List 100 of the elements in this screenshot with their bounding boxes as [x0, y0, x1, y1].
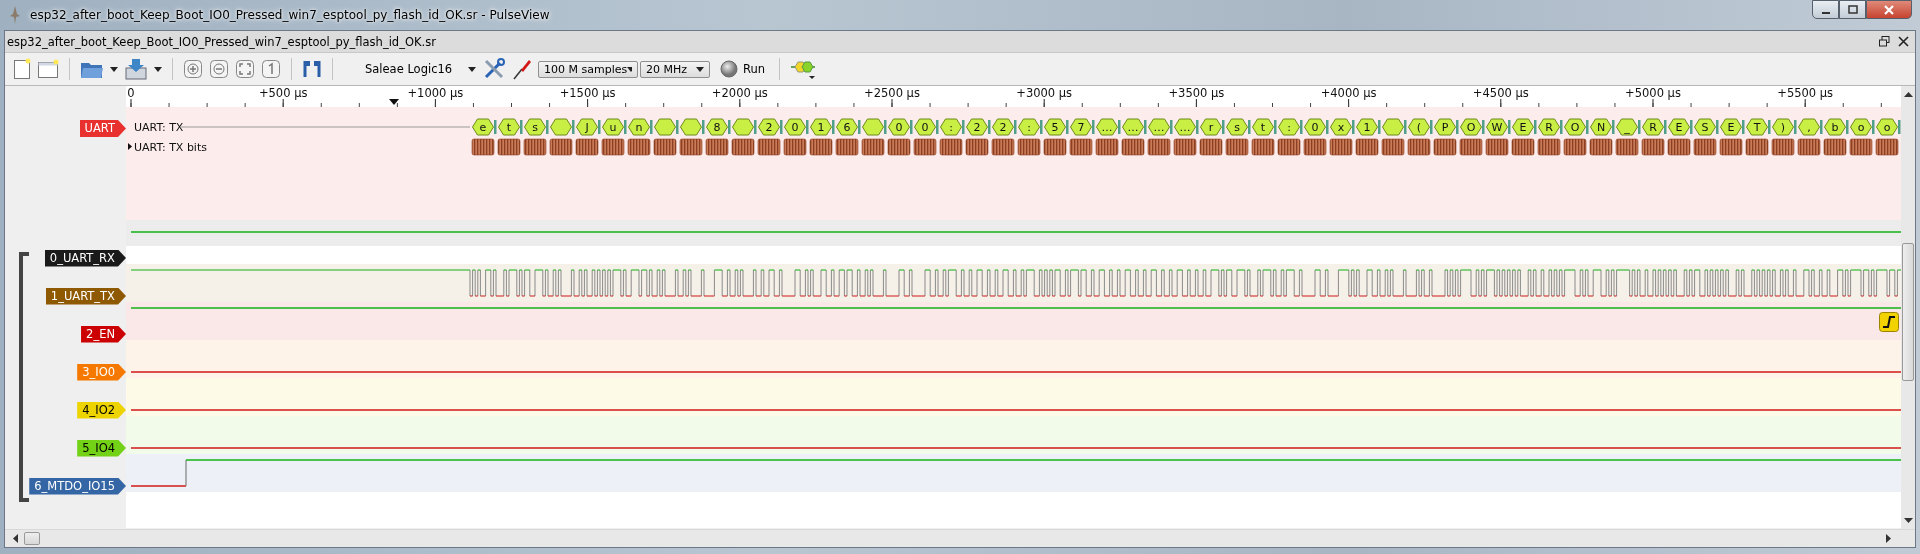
bit-block [1771, 138, 1795, 156]
decoder-icon[interactable] [790, 58, 817, 80]
device-selector[interactable]: Saleae Logic16 [365, 62, 463, 76]
close-icon[interactable] [1898, 36, 1909, 47]
zoom-original-icon[interactable] [261, 59, 281, 79]
bit-block [1121, 138, 1145, 156]
decoded-annotation: E [1720, 118, 1742, 136]
minimize-button[interactable] [1812, 0, 1839, 19]
bit-block [1459, 138, 1483, 156]
sample-count-dropdown[interactable]: 100 M samples [538, 60, 639, 78]
decoded-annotation: ) [1772, 118, 1794, 136]
decoded-annotation: O [1564, 118, 1586, 136]
decoded-annotation [654, 118, 676, 136]
decoded-annotation: e [472, 118, 494, 136]
save-icon[interactable] [124, 58, 148, 80]
ruler-label: +4500 µs [1472, 86, 1529, 100]
tools-icon[interactable] [482, 57, 507, 81]
bit-block [1485, 138, 1509, 156]
channel-label[interactable]: 2_EN [81, 325, 126, 343]
cursor-icon[interactable] [302, 59, 322, 79]
new-session-icon[interactable] [13, 58, 31, 80]
bit-block [497, 138, 521, 156]
scroll-left-icon[interactable] [13, 534, 18, 543]
bit-block [1797, 138, 1821, 156]
decoded-annotation: , [1798, 118, 1820, 136]
decoded-annotation: O [1460, 118, 1482, 136]
ruler-label: +1500 µs [559, 86, 616, 100]
decoded-annotation: b [1824, 118, 1846, 136]
new-view-icon[interactable] [37, 59, 59, 79]
bit-block [1277, 138, 1301, 156]
bit-block [991, 138, 1015, 156]
sample-rate-dropdown[interactable]: 20 MHz [640, 60, 711, 78]
bit-block [939, 138, 963, 156]
ruler-label: +1000 µs [407, 86, 464, 100]
bit-block [471, 138, 495, 156]
bit-block [1849, 138, 1873, 156]
maximize-button[interactable] [1839, 0, 1866, 19]
caret-icon [627, 66, 633, 72]
bit-block [757, 138, 781, 156]
decoded-annotation: o [1876, 118, 1898, 136]
decoded-annotation: 2 [758, 118, 780, 136]
bit-block [601, 138, 625, 156]
channel-label[interactable]: 5_IO4 [77, 439, 126, 457]
close-button[interactable] [1866, 0, 1912, 19]
decoded-annotation: R [1538, 118, 1560, 136]
decoded-annotation: t [1252, 118, 1274, 136]
channel-label[interactable]: 6_MTDO_IO15 [29, 477, 126, 495]
zoom-out-icon[interactable] [209, 59, 229, 79]
channel-label[interactable]: 1_UART_TX [45, 287, 126, 305]
bit-block [1225, 138, 1249, 156]
bit-block [1823, 138, 1847, 156]
decoded-annotation: x [1330, 118, 1352, 136]
marker-icon[interactable] [389, 99, 399, 105]
decoded-annotation: o [1850, 118, 1872, 136]
decoded-annotation: u [602, 118, 624, 136]
float-icon[interactable] [1879, 36, 1890, 47]
vertical-scrollbar[interactable] [1901, 86, 1915, 529]
bit-block [1147, 138, 1171, 156]
probe-icon[interactable] [512, 58, 533, 80]
channel-label[interactable]: 0_UART_RX [44, 249, 126, 267]
bit-block [1641, 138, 1665, 156]
bit-block [1719, 138, 1743, 156]
scroll-thumb[interactable] [1902, 243, 1914, 381]
expand-icon[interactable] [128, 143, 132, 150]
scroll-up-icon[interactable] [1903, 92, 1913, 97]
zoom-in-icon[interactable] [183, 59, 203, 79]
bit-block [1355, 138, 1379, 156]
decoded-annotation: J [576, 118, 598, 136]
probe-icon [8, 6, 22, 24]
bit-block [1199, 138, 1223, 156]
trigger-icon[interactable] [1879, 312, 1899, 332]
decoded-annotation: 2 [992, 118, 1014, 136]
channel-label[interactable]: 4_IO2 [77, 401, 126, 419]
decoded-annotation: … [1148, 118, 1170, 136]
decoded-annotation: r [1200, 118, 1222, 136]
scroll-right-icon[interactable] [1886, 534, 1891, 543]
scroll-down-icon[interactable] [1903, 518, 1913, 523]
close-icon [1883, 4, 1895, 15]
bit-block [861, 138, 885, 156]
bit-block [1303, 138, 1327, 156]
decoded-annotation: N [1590, 118, 1612, 136]
decoded-annotation [732, 118, 754, 136]
bit-block [1693, 138, 1717, 156]
run-button[interactable]: Run [716, 60, 770, 78]
zoom-fit-icon[interactable] [235, 59, 255, 79]
ruler-label: 0 [127, 86, 135, 100]
decoded-annotation: … [1122, 118, 1144, 136]
caret-icon[interactable] [154, 66, 162, 72]
bit-block [653, 138, 677, 156]
scroll-thumb[interactable] [24, 532, 40, 545]
caret-icon[interactable] [468, 66, 477, 72]
decoded-annotation: … [1096, 118, 1118, 136]
decoder-label[interactable]: UART [79, 120, 126, 137]
ruler-label: +2000 µs [711, 86, 768, 100]
decoded-annotation: E [1512, 118, 1534, 136]
horizontal-scrollbar[interactable] [5, 529, 1915, 547]
decoded-annotation [1382, 118, 1404, 136]
decoded-annotation [680, 118, 702, 136]
caret-icon[interactable] [110, 66, 118, 72]
bit-block [809, 138, 833, 156]
